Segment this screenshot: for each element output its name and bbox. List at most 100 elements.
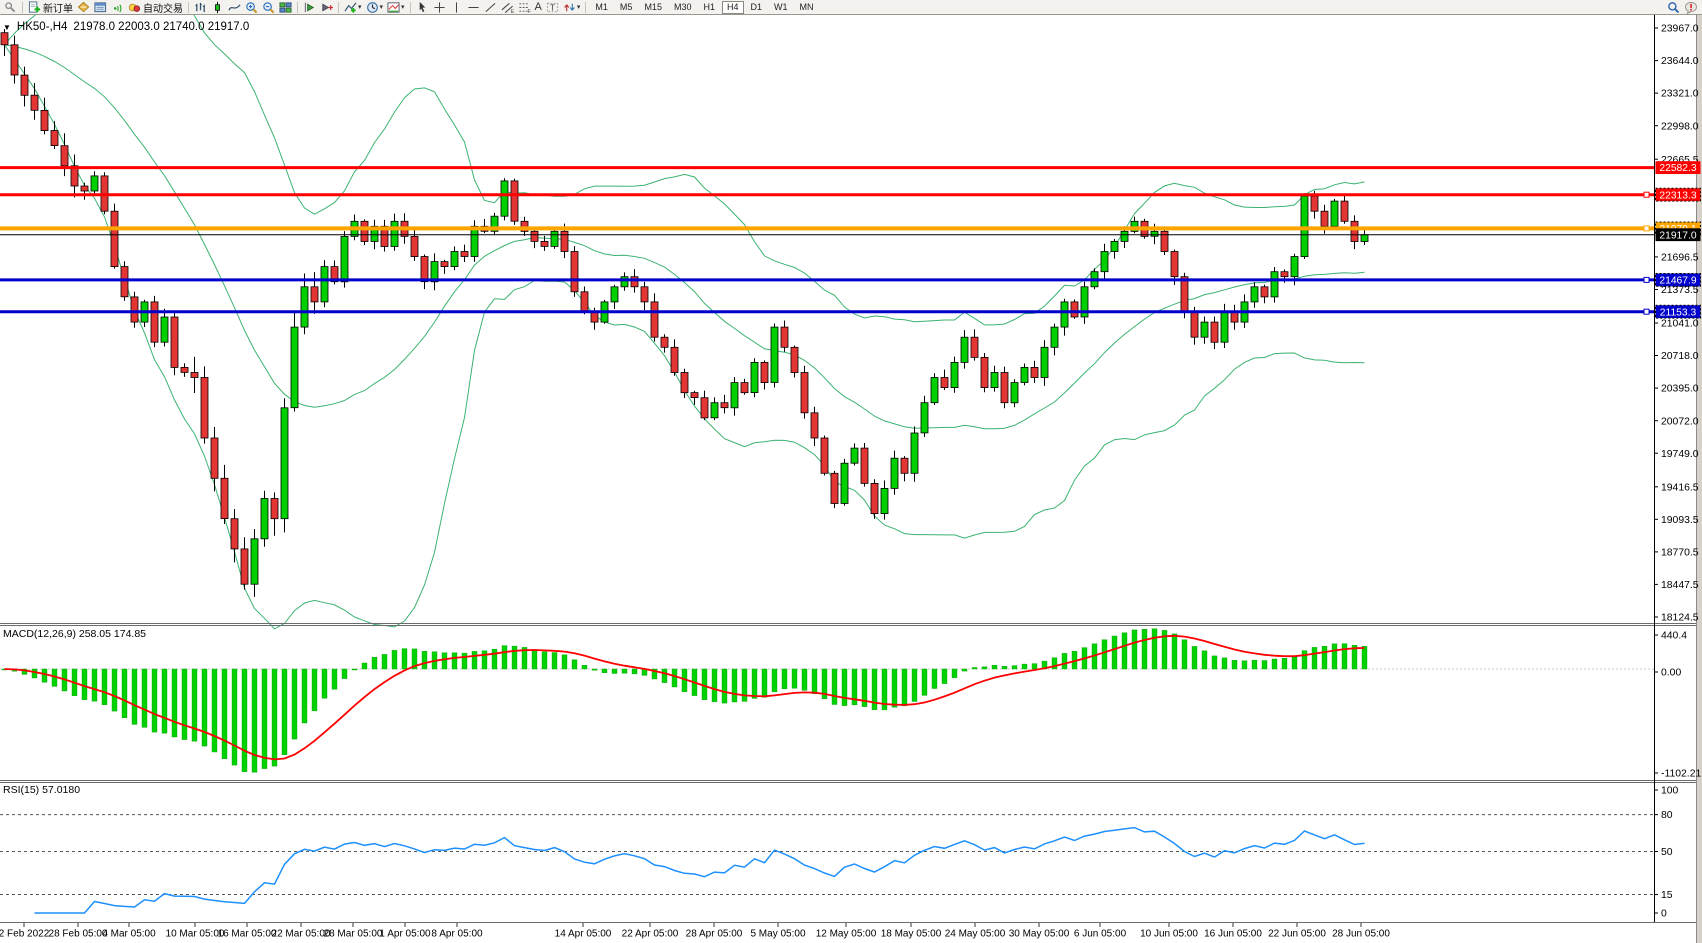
- timeframe-m15-button[interactable]: M15: [639, 1, 667, 14]
- search-icon: [1667, 1, 1680, 14]
- candle-body: [1261, 287, 1268, 297]
- horizontal-line-button[interactable]: [465, 0, 482, 14]
- candle-body: [811, 413, 818, 438]
- vertical-line-button[interactable]: [448, 0, 465, 14]
- charts-panel-button[interactable]: [2, 0, 19, 14]
- time-tick-label: 1 Apr 05:00: [379, 929, 431, 940]
- cursor-button[interactable]: [414, 0, 431, 14]
- market-watch-button[interactable]: [75, 0, 92, 14]
- candle-body: [91, 176, 98, 191]
- macd-histogram-bar: [802, 669, 807, 690]
- line-chart-button[interactable]: [226, 0, 243, 14]
- candle-body: [191, 373, 198, 378]
- candle-body: [1201, 322, 1208, 337]
- chart-canvas[interactable]: 23967.023644.023321.022998.022665.521696…: [0, 15, 1702, 943]
- timeframe-m5-button[interactable]: M5: [615, 1, 638, 14]
- candle-body: [631, 277, 638, 287]
- text-a-icon: A: [535, 2, 542, 13]
- bollinger-bands: [5, 15, 1365, 629]
- candle-body: [651, 302, 658, 337]
- tile-windows-button[interactable]: [277, 0, 294, 14]
- macd-histogram-bar: [82, 669, 87, 700]
- candle-body: [121, 267, 128, 297]
- arrows-button[interactable]: ▾: [561, 0, 583, 14]
- timeframe-m30-button[interactable]: M30: [669, 1, 697, 14]
- zoom-in-button[interactable]: [243, 0, 260, 14]
- hline-handle[interactable]: [1644, 226, 1649, 231]
- macd-histogram-bar: [112, 669, 117, 711]
- notifications-button[interactable]: [1682, 0, 1700, 14]
- dropdown-caret-icon: ▾: [380, 4, 384, 11]
- chart-area[interactable]: 23967.023644.023321.022998.022665.521696…: [0, 15, 1702, 943]
- hline-handle[interactable]: [1644, 309, 1649, 314]
- horizontal-lines[interactable]: [0, 168, 1654, 315]
- timeframe-w1-button[interactable]: W1: [769, 1, 793, 14]
- trendline-button[interactable]: [482, 0, 499, 14]
- candle-body: [321, 267, 328, 302]
- candle-body: [61, 146, 68, 166]
- candle-body: [281, 408, 288, 519]
- candle-body: [1331, 201, 1338, 226]
- timeframe-m1-button[interactable]: M1: [590, 1, 613, 14]
- symbol-dropdown-icon[interactable]: ▼: [3, 23, 11, 32]
- indicators-button[interactable]: ▾: [342, 0, 364, 14]
- macd-histogram-bar: [1272, 659, 1277, 669]
- auto-trading-label: 自动交易: [143, 0, 183, 15]
- candle-body: [111, 211, 118, 266]
- candle-body: [1341, 201, 1348, 221]
- candle-body: [151, 302, 158, 342]
- zoom-out-button[interactable]: [260, 0, 277, 14]
- macd-signal-line: [5, 636, 1365, 760]
- macd-histogram-bar: [542, 652, 547, 669]
- macd-histogram-bar: [842, 669, 847, 706]
- templates-button[interactable]: ▾: [385, 0, 407, 14]
- timeframe-mn-button[interactable]: MN: [795, 1, 819, 14]
- macd-histogram-bar: [952, 669, 957, 678]
- candle-body: [261, 499, 268, 539]
- chart-shift-button[interactable]: [318, 0, 335, 14]
- timeframe-h1-button[interactable]: H1: [698, 1, 720, 14]
- hline-handle[interactable]: [1644, 192, 1649, 197]
- candlestick-chart-icon: [211, 1, 224, 14]
- bar-chart-button[interactable]: [192, 0, 209, 14]
- timeframe-h4-button[interactable]: H4: [722, 1, 744, 14]
- candle-body: [1311, 196, 1318, 211]
- candle-body: [1361, 235, 1368, 242]
- periods-button[interactable]: ▾: [364, 0, 386, 14]
- crosshair-button[interactable]: [431, 0, 448, 14]
- macd-histogram-bar: [292, 669, 297, 739]
- text-button[interactable]: A: [533, 0, 544, 14]
- price-axis[interactable]: 23967.023644.023321.022998.022665.521696…: [1654, 15, 1701, 922]
- hline-handle[interactable]: [1644, 277, 1649, 282]
- candle-body: [861, 448, 868, 483]
- equidistant-channel-button[interactable]: E: [499, 0, 516, 14]
- candle-body: [581, 292, 588, 312]
- macd-histogram-bar: [482, 651, 487, 669]
- time-axis[interactable]: 2 Feb 202228 Feb 05:004 Mar 05:0010 Mar …: [0, 923, 1390, 940]
- hline-label: 22313.3: [1659, 190, 1696, 201]
- auto-trading-button[interactable]: 自动交易: [126, 0, 185, 14]
- data-window-button[interactable]: [92, 0, 109, 14]
- templates-icon: [387, 1, 400, 14]
- macd-axis-label: -1102.21: [1661, 769, 1701, 780]
- candle-body: [461, 252, 468, 257]
- chart-shift-icon: [320, 1, 333, 14]
- candle-body: [721, 403, 728, 408]
- candle-body: [771, 327, 778, 382]
- search-button[interactable]: [1665, 0, 1682, 14]
- auto-scroll-button[interactable]: [301, 0, 318, 14]
- candle-body: [751, 362, 758, 392]
- candlestick-chart-button[interactable]: [209, 0, 226, 14]
- macd-histogram-bar: [1152, 629, 1157, 669]
- navigator-button[interactable]: [109, 0, 126, 14]
- fibonacci-button[interactable]: F: [516, 0, 533, 14]
- new-order-button[interactable]: 新订单: [26, 0, 75, 14]
- macd-histogram-bar: [282, 669, 287, 755]
- time-tick-label: 28 Mar 05:00: [324, 929, 383, 940]
- candle-body: [241, 549, 248, 584]
- timeframe-d1-button[interactable]: D1: [746, 1, 768, 14]
- candle-body: [781, 327, 788, 347]
- candle-body: [441, 262, 448, 267]
- text-label-button[interactable]: T: [544, 0, 561, 14]
- price-tick-label: 19749.0: [1661, 449, 1699, 460]
